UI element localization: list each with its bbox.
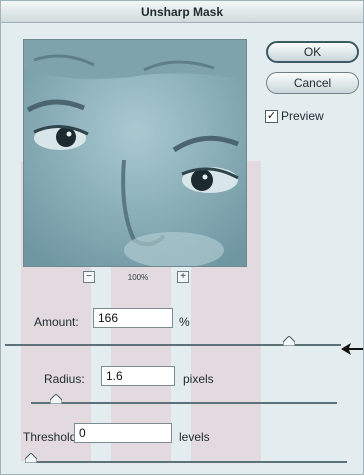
threshold-field[interactable]: 0 [74, 423, 172, 443]
preview-checkbox[interactable]: ✓ [265, 109, 278, 123]
threshold-unit: levels [179, 430, 210, 444]
radius-slider-track[interactable] [31, 402, 337, 404]
zoom-out-button[interactable]: − [83, 271, 95, 283]
zoom-controls: − 100% + [83, 271, 193, 287]
arrow-pointer-icon [341, 343, 363, 355]
radius-slider-thumb[interactable] [50, 394, 62, 404]
checkmark-icon: ✓ [266, 109, 277, 122]
preview-label: Preview [281, 109, 324, 123]
ok-button[interactable]: OK [266, 41, 359, 63]
amount-slider-thumb[interactable] [283, 336, 295, 346]
amount-label: Amount: [34, 315, 79, 329]
radius-unit: pixels [183, 372, 214, 386]
zoom-in-button[interactable]: + [177, 271, 189, 283]
plus-icon: + [180, 271, 186, 282]
zoom-level: 100% [127, 273, 149, 282]
preview-checkbox-row[interactable]: ✓ Preview [265, 109, 324, 123]
window-title: Unsharp Mask [1, 1, 363, 23]
preview-image[interactable] [23, 39, 247, 267]
minus-icon: − [86, 271, 92, 282]
threshold-slider-track[interactable] [27, 461, 347, 463]
amount-field[interactable]: 166 [93, 308, 173, 328]
cancel-button[interactable]: Cancel [266, 72, 359, 94]
amount-unit: % [179, 315, 190, 329]
radius-label: Radius: [44, 372, 85, 386]
radius-field[interactable]: 1.6 [101, 366, 175, 386]
threshold-slider-thumb[interactable] [25, 453, 37, 463]
unsharp-mask-dialog: Unsharp Mask − 100% + OK Cancel ✓ Previe… [0, 0, 364, 475]
preview-face-image [24, 40, 246, 266]
threshold-label: Threshold: [23, 430, 80, 444]
